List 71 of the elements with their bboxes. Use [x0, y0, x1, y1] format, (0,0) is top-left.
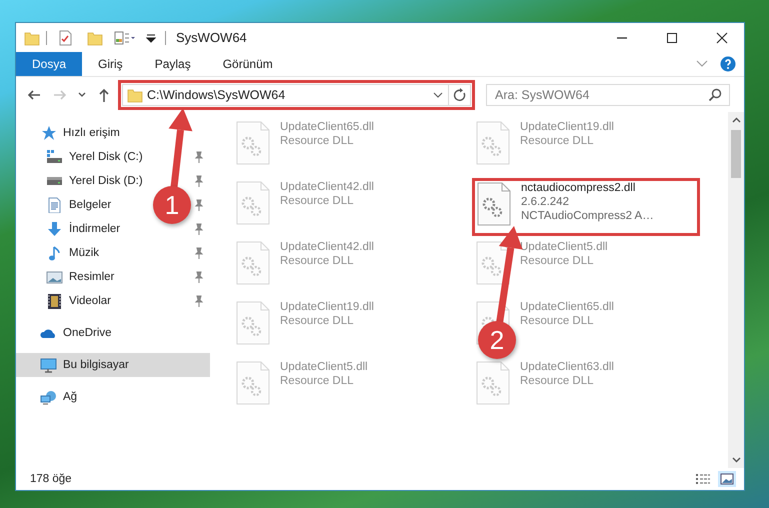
caret-icon — [146, 32, 156, 44]
chevron-down-icon — [732, 457, 740, 463]
document-icon — [46, 197, 63, 213]
file-name: nctaudiocompress2.dll — [521, 182, 636, 194]
sidebar-item[interactable]: İndirmeler — [69, 223, 120, 235]
large-icons-view-button[interactable] — [718, 471, 736, 487]
monitor-icon — [40, 357, 57, 373]
minimize-icon — [615, 36, 629, 38]
sidebar-item[interactable]: Müzik — [69, 247, 100, 259]
file-detail: Resource DLL — [280, 255, 355, 267]
star-icon — [40, 125, 57, 141]
search-field[interactable]: Ara: SysWOW64 — [486, 84, 730, 106]
refresh-icon — [452, 88, 466, 102]
file-detail: Resource DLL — [280, 195, 355, 207]
film-icon — [46, 293, 63, 309]
gears-file-icon — [236, 301, 270, 345]
chevron-up-icon — [732, 117, 740, 123]
chevron-down-icon — [433, 92, 443, 98]
ribbon-tab[interactable]: Paylaş — [138, 52, 207, 76]
file-detail: 2.6.2.242 — [521, 196, 570, 208]
gears-file-icon — [236, 361, 270, 405]
folder-icon — [24, 30, 40, 46]
file-detail: Resource DLL — [520, 135, 595, 147]
chevron-down-icon — [78, 92, 86, 97]
checklist-icon — [57, 30, 73, 46]
gears-file-icon — [476, 121, 510, 165]
download-arrow-icon — [46, 221, 63, 237]
customize-icon — [114, 30, 136, 46]
sidebar-item[interactable]: Yerel Disk (C:) — [69, 151, 143, 163]
file-detail: Resource DLL — [520, 375, 595, 387]
maximize-icon — [665, 30, 679, 44]
help-icon — [720, 56, 736, 72]
ribbon-tab[interactable]: Giriş — [82, 52, 139, 76]
item-count: 178 öğe — [30, 473, 73, 485]
file-detail: Resource DLL — [280, 375, 355, 387]
file-detail: Resource DLL — [280, 315, 355, 327]
file-detail: Resource DLL — [280, 135, 355, 147]
folder-icon — [127, 86, 143, 102]
sidebar-item[interactable]: Ağ — [16, 385, 210, 409]
sidebar-item[interactable]: Resimler — [69, 271, 114, 283]
gears-file-icon — [476, 361, 510, 405]
gears-file-icon — [236, 241, 270, 285]
file-detail: NCTAudioCompress2 A… — [521, 210, 654, 222]
ribbon-tab[interactable]: Dosya — [16, 52, 82, 76]
chevron-down-icon — [696, 60, 708, 68]
picture-icon — [46, 269, 63, 285]
gears-file-icon — [236, 121, 270, 165]
folder-icon — [87, 30, 103, 46]
picture-icon — [720, 473, 734, 485]
gears-file-icon — [477, 182, 511, 226]
close-icon — [715, 30, 729, 44]
file-item[interactable]: nctaudiocompress2.dll 2.6.2.242 NCTAudioCompress2 A… — [472, 178, 700, 236]
sidebar-item[interactable]: OneDrive — [16, 321, 210, 345]
sidebar-item[interactable]: Belgeler — [69, 199, 112, 211]
gears-file-icon — [236, 181, 270, 225]
window-title: SysWOW64 — [176, 30, 248, 45]
scrollbar-thumb[interactable] — [731, 130, 741, 178]
gears-file-icon — [476, 241, 510, 285]
details-view-button[interactable] — [694, 471, 712, 487]
search-icon — [708, 88, 722, 102]
drive-icon — [46, 149, 63, 165]
scrollbar[interactable] — [728, 112, 744, 468]
sidebar-item[interactable]: Videolar — [69, 295, 111, 307]
network-globe-icon — [40, 389, 57, 405]
sidebar-item[interactable]: Yerel Disk (D:) — [69, 175, 143, 187]
ribbon-tab[interactable]: Görünüm — [206, 52, 289, 76]
sidebar-item[interactable]: Hızlı erişim — [16, 121, 210, 145]
file-detail: Resource DLL — [520, 315, 595, 327]
sidebar-item[interactable]: Bu bilgisayar — [16, 353, 210, 377]
file-detail: Resource DLL — [520, 255, 595, 267]
details-list-icon — [695, 473, 711, 485]
